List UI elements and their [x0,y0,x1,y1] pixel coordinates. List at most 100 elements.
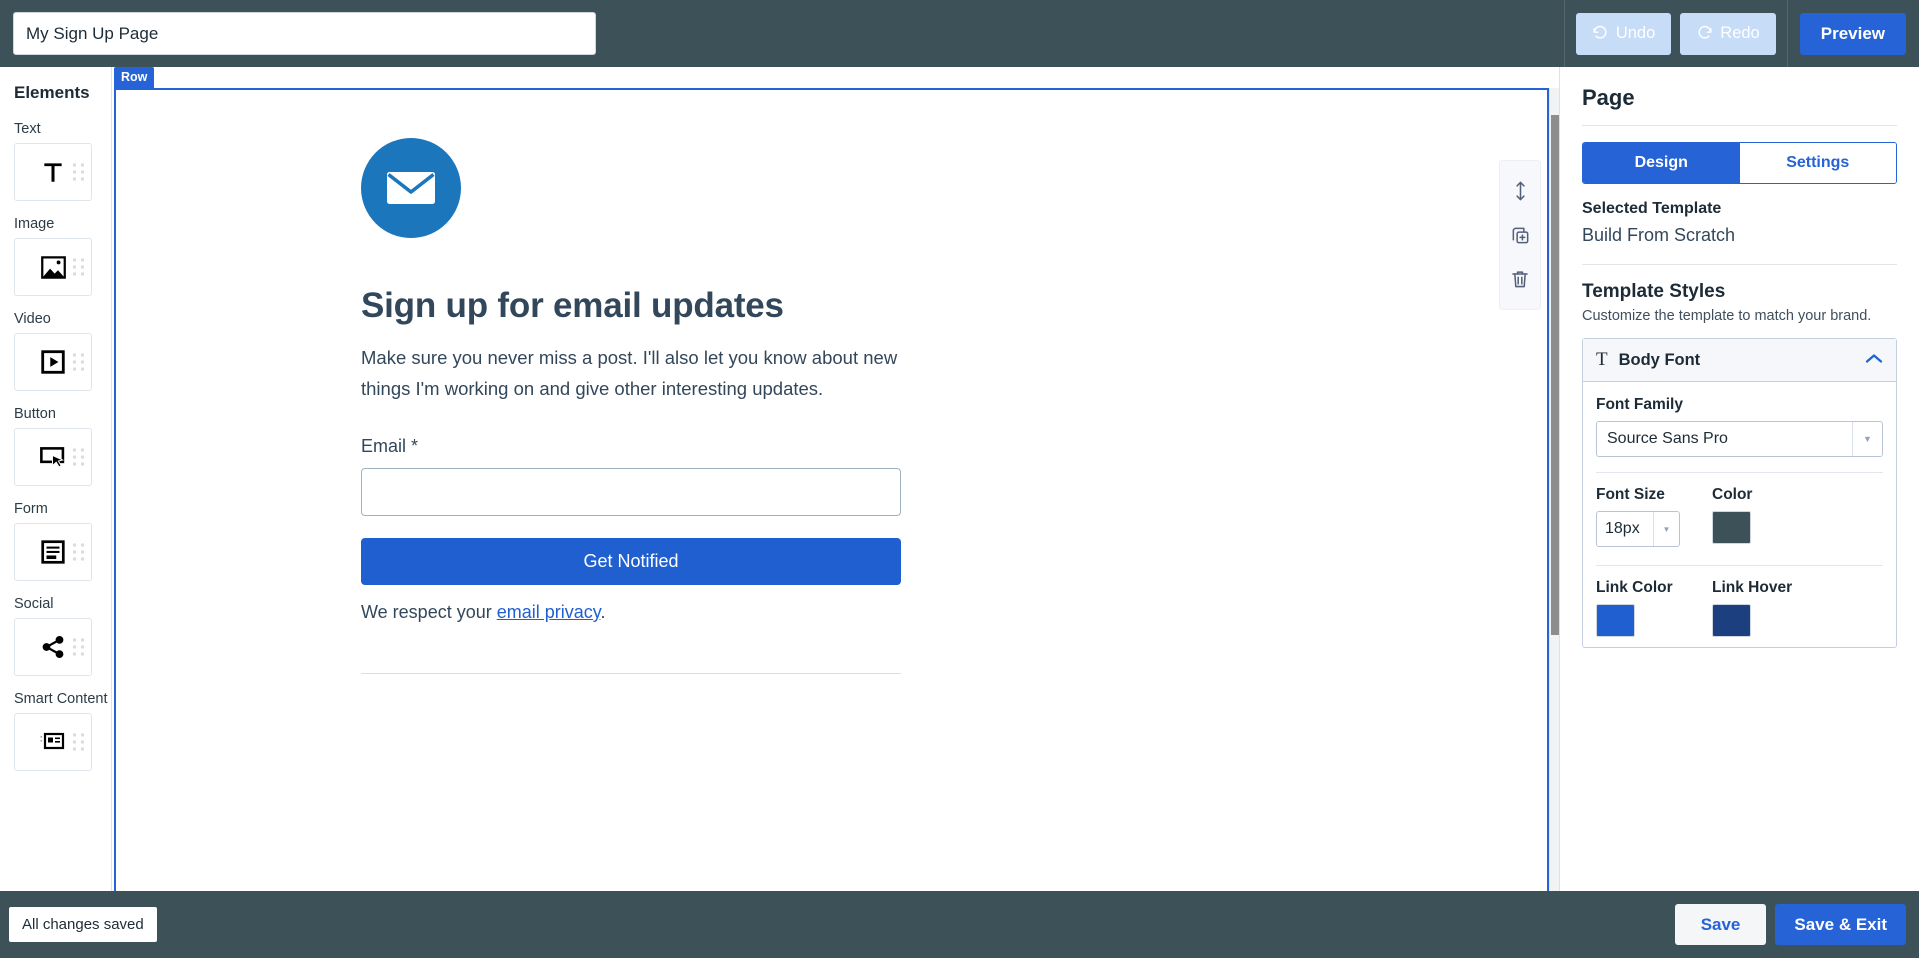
settings-panel: Page Design Settings Selected Template B… [1559,67,1919,891]
link-hover-group: Link Hover [1712,579,1792,637]
tab-settings[interactable]: Settings [1739,143,1896,183]
privacy-notice: We respect your email privacy. [361,602,902,623]
toolbar-divider-right [1786,0,1788,67]
sidebar-item-form[interactable]: Form [0,501,111,581]
chevron-down-icon[interactable]: ▼ [1653,512,1679,546]
font-family-label: Font Family [1596,396,1683,413]
row-badge[interactable]: Row [114,67,155,88]
element-card-video[interactable] [14,333,92,391]
undo-icon [1592,23,1609,45]
element-card-image[interactable] [14,238,92,296]
selected-template-value: Build From Scratch [1582,225,1736,245]
element-label-video: Video [14,311,51,327]
element-label-form: Form [14,501,48,517]
sidebar-item-image[interactable]: Image [0,216,111,296]
email-input[interactable] [361,468,901,516]
panel-tabs: Design Settings [1582,142,1897,184]
chevron-down-icon[interactable]: ▼ [1852,422,1882,456]
text-format-icon: T [1596,349,1608,370]
page-canvas: Row Sign up for email updates Make sure … [112,67,1559,891]
drag-handle[interactable] [73,638,84,656]
font-size-color-row: Font Size 18px ▼ Color [1596,486,1883,547]
element-label-text: Text [14,121,41,137]
get-notified-button[interactable]: Get Notified [361,538,901,585]
elements-sidebar: Elements Text Image Video Button Form So… [0,67,112,891]
canvas-scrollbar-thumb[interactable] [1551,115,1559,635]
save-status-badge: All changes saved [9,907,157,942]
font-size-select[interactable]: 18px ▼ [1596,511,1680,547]
link-color-label: Link Color [1596,579,1673,596]
canvas-content-area: Sign up for email updates Make sure you … [112,88,1549,891]
link-colors-row: Link Color Link Hover [1596,579,1883,637]
chevron-up-icon [1865,351,1883,369]
panel-title: Page [1582,85,1635,110]
drag-handle[interactable] [73,353,84,371]
drag-handle[interactable] [73,163,84,181]
body-font-label: Body Font [1618,350,1701,369]
hero-title: Sign up for email updates [361,286,784,325]
drag-handle[interactable] [73,543,84,561]
sidebar-item-video[interactable]: Video [0,311,111,391]
drag-handle[interactable] [73,448,84,466]
element-label-smart-content: Smart Content [14,691,108,707]
move-row-button[interactable] [1499,169,1541,213]
email-field-label: Email * [361,436,419,456]
font-family-select[interactable]: Source Sans Pro ▼ [1596,421,1883,457]
font-family-value: Source Sans Pro [1607,430,1728,447]
redo-label: Redo [1720,24,1760,42]
sidebar-heading: Elements [14,83,90,102]
drag-handle[interactable] [73,258,84,276]
save-and-exit-button[interactable]: Save & Exit [1775,904,1906,945]
drag-handle[interactable] [73,733,84,751]
element-card-smart-content[interactable] [14,713,92,771]
element-card-form[interactable] [14,523,92,581]
canvas-scrollbar[interactable] [1549,88,1559,891]
undo-button[interactable]: Undo [1575,12,1672,55]
undo-label: Undo [1615,24,1656,42]
page-title-input[interactable] [13,12,596,55]
hero-module: Sign up for email updates Make sure you … [112,88,902,674]
font-size-label: Font Size [1596,486,1665,503]
element-card-button[interactable] [14,428,92,486]
editor-body: Elements Text Image Video Button Form So… [0,67,1919,891]
privacy-suffix: . [600,602,606,622]
delete-row-button[interactable] [1499,257,1541,301]
duplicate-row-button[interactable] [1499,213,1541,257]
tab-design[interactable]: Design [1583,143,1740,183]
font-size-value: 18px [1605,520,1640,537]
body-font-accordion-header[interactable]: T Body Font [1583,339,1896,382]
element-card-text[interactable] [14,143,92,201]
font-options-divider [1596,472,1883,473]
link-hover-swatch[interactable] [1712,604,1751,637]
email-privacy-link[interactable]: email privacy [497,602,601,622]
top-toolbar-actions: Undo Redo Preview [1563,0,1919,67]
body-font-accordion-body: Font Family Source Sans Pro ▼ Font Size … [1583,382,1896,647]
font-color-label: Color [1712,486,1753,503]
sidebar-item-text[interactable]: Text [0,121,111,201]
undo-redo-group: Undo Redo [1565,0,1787,67]
page-editor-app: Undo Redo Preview Elements [0,0,1919,958]
template-styles-title: Template Styles [1582,281,1726,302]
link-color-swatch[interactable] [1596,604,1635,637]
link-options-divider [1596,565,1883,566]
envelope-icon [361,138,461,238]
redo-icon [1696,23,1713,45]
element-label-button: Button [14,406,56,422]
save-button[interactable]: Save [1674,904,1767,945]
sidebar-item-social[interactable]: Social [0,596,111,676]
body-font-accordion: T Body Font Font Family Source Sans Pro … [1582,338,1897,648]
row-actions-toolbar [1499,160,1541,310]
link-color-group: Link Color [1596,579,1680,637]
sidebar-item-button[interactable]: Button [0,406,111,486]
link-hover-label: Link Hover [1712,579,1793,596]
font-size-group: Font Size 18px ▼ [1596,486,1680,547]
privacy-prefix: We respect your [361,602,497,622]
element-label-social: Social [14,596,54,612]
element-card-social[interactable] [14,618,92,676]
font-color-swatch[interactable] [1712,511,1751,544]
selected-template-label: Selected Template [1582,200,1722,217]
content-divider [361,673,901,674]
sidebar-item-smart-content[interactable]: Smart Content [0,691,111,771]
redo-button[interactable]: Redo [1680,12,1776,55]
preview-button[interactable]: Preview [1799,12,1906,55]
